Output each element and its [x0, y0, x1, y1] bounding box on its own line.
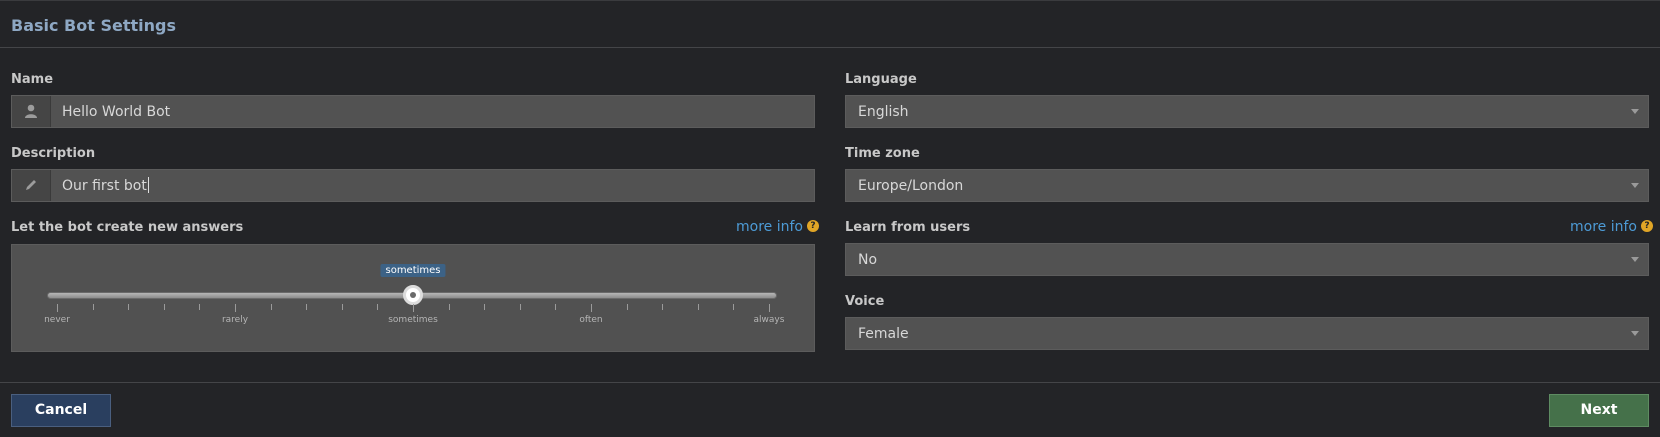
- slider-tick: [662, 304, 664, 310]
- learn-more-info-link[interactable]: more info?: [1570, 219, 1653, 235]
- description-value: Our first bot: [62, 178, 147, 194]
- user-icon: [25, 104, 37, 118]
- pencil-icon: [26, 180, 36, 190]
- slider-tick: [235, 304, 236, 312]
- footer-divider: [0, 382, 1660, 383]
- slider-tick: [163, 304, 165, 310]
- slider-tick: [697, 304, 699, 310]
- slider-tick: [555, 304, 557, 310]
- timezone-select[interactable]: Europe/London: [845, 169, 1649, 202]
- description-field[interactable]: Our first bot: [11, 169, 815, 202]
- language-label: Language: [845, 72, 917, 87]
- slider-handle[interactable]: [403, 285, 423, 305]
- chevron-down-icon: [1631, 257, 1639, 262]
- slider-tick-label: never: [44, 315, 70, 325]
- slider-tick: [769, 304, 770, 312]
- page-title: Basic Bot Settings: [11, 16, 176, 35]
- create-answers-label: Let the bot create new answers: [11, 220, 244, 235]
- more-info-text: more info: [736, 219, 803, 235]
- slider-tick: [413, 304, 414, 312]
- voice-select[interactable]: Female: [845, 317, 1649, 350]
- slider-tick: [377, 304, 379, 310]
- learn-value: No: [858, 252, 878, 268]
- slider-tick: [626, 304, 628, 310]
- create-answers-more-info-link[interactable]: more info?: [736, 219, 819, 235]
- slider-tick: [448, 304, 450, 310]
- name-input[interactable]: Hello World Bot: [62, 104, 170, 120]
- voice-value: Female: [858, 326, 909, 342]
- slider-tick: [57, 304, 58, 312]
- text-cursor: [147, 177, 149, 193]
- slider-tick: [519, 304, 521, 310]
- language-value: English: [858, 104, 909, 120]
- slider-tick: [484, 304, 486, 310]
- slider-tick: [128, 304, 130, 310]
- cancel-button[interactable]: Cancel: [11, 394, 111, 427]
- slider-value-bubble: sometimes: [380, 264, 446, 277]
- description-addon: [12, 170, 51, 201]
- chevron-down-icon: [1631, 109, 1639, 114]
- slider-tick: [270, 304, 272, 310]
- chevron-down-icon: [1631, 183, 1639, 188]
- slider-tick-label: rarely: [221, 315, 249, 325]
- voice-label: Voice: [845, 294, 885, 309]
- slider-tick-label: often: [579, 315, 603, 325]
- slider-tick-label: always: [753, 315, 785, 325]
- name-addon: [12, 96, 51, 127]
- name-field[interactable]: Hello World Bot: [11, 95, 815, 128]
- learn-select[interactable]: No: [845, 243, 1649, 276]
- slider-tick: [733, 304, 735, 310]
- help-icon: ?: [1640, 220, 1653, 232]
- timezone-value: Europe/London: [858, 178, 964, 194]
- slider-tick: [306, 304, 308, 310]
- slider-tick-label: sometimes: [388, 315, 438, 325]
- more-info-text: more info: [1570, 219, 1637, 235]
- basic-bot-settings-panel: Basic Bot Settings Name Hello World Bot …: [0, 0, 1660, 437]
- answer-creation-slider[interactable]: sometimes never rarely sometimes often alway…: [11, 244, 815, 352]
- name-label: Name: [11, 72, 54, 87]
- help-icon: ?: [806, 220, 819, 232]
- learn-label: Learn from users: [845, 220, 971, 235]
- slider-tick: [199, 304, 201, 310]
- description-input[interactable]: Our first bot: [62, 177, 149, 194]
- slider-tick: [591, 304, 592, 312]
- next-button[interactable]: Next: [1549, 394, 1649, 427]
- slider-tick: [341, 304, 343, 310]
- slider-tick: [92, 304, 94, 310]
- chevron-down-icon: [1631, 331, 1639, 336]
- timezone-label: Time zone: [845, 146, 920, 161]
- language-select[interactable]: English: [845, 95, 1649, 128]
- description-label: Description: [11, 146, 96, 161]
- panel-header: Basic Bot Settings: [0, 1, 1660, 48]
